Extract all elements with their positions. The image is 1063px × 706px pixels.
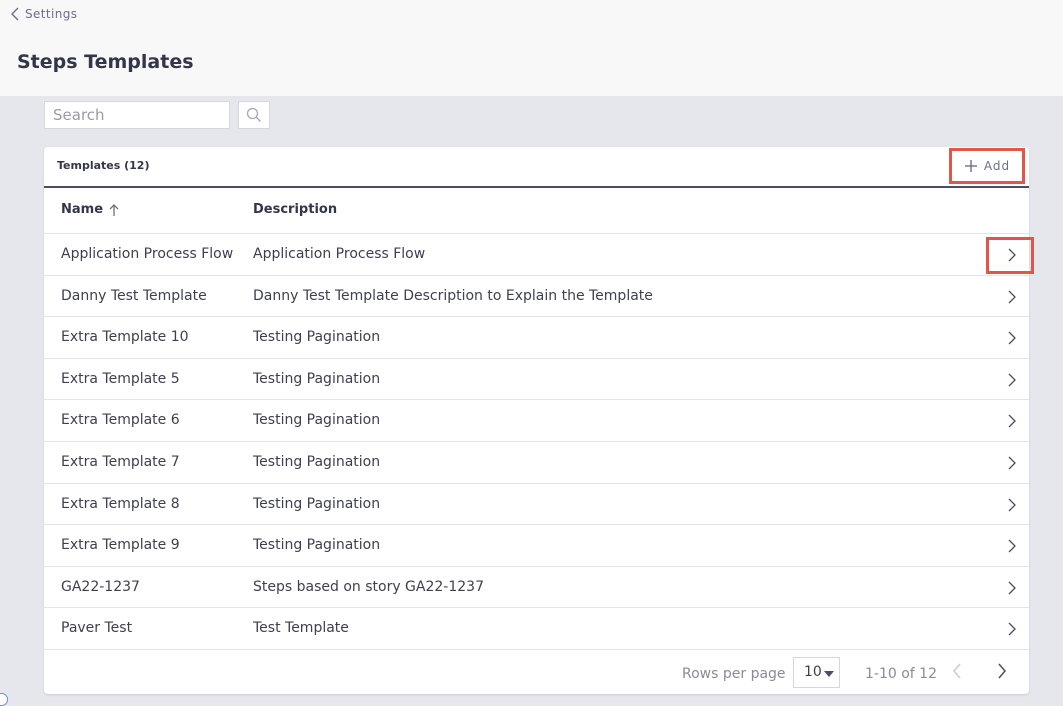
column-header-description-label: Description <box>253 202 338 217</box>
row-name: GA22-1237 <box>61 578 140 595</box>
table-row[interactable]: Extra Template 7 Testing Pagination <box>44 442 1029 484</box>
column-header-description: Description <box>253 202 337 217</box>
search-button[interactable] <box>238 101 270 129</box>
back-to-settings-link[interactable]: Settings <box>11 7 77 21</box>
card-title: Templates (12) <box>57 159 150 172</box>
back-link-label: Settings <box>25 7 78 21</box>
plus-icon <box>964 160 977 172</box>
row-name: Paver Test <box>61 620 133 637</box>
pagination-range: 1-10 of 12 <box>865 666 937 682</box>
row-open-button[interactable] <box>1006 455 1018 471</box>
next-page-button[interactable] <box>997 663 1007 683</box>
chevron-right-icon <box>1008 414 1016 428</box>
column-header-name-label: Name <box>61 202 104 217</box>
collapse-panel-handle[interactable] <box>0 693 8 706</box>
row-description: Danny Test Template Description to Expla… <box>253 287 653 304</box>
row-open-button[interactable] <box>1006 247 1018 263</box>
table-row[interactable]: Extra Template 9 Testing Pagination <box>44 525 1029 567</box>
row-name: Extra Template 7 <box>61 454 180 470</box>
table-footer: Rows per page 10 1-10 of 12 <box>44 650 1029 694</box>
row-open-button[interactable] <box>1006 580 1018 596</box>
row-description: Testing Pagination <box>253 537 381 554</box>
previous-page-button[interactable] <box>952 663 962 683</box>
chevron-right-icon <box>1008 581 1016 595</box>
chevron-right-icon <box>1008 622 1016 636</box>
row-description: Testing Pagination <box>253 495 381 512</box>
row-open-button[interactable] <box>1006 372 1018 388</box>
chevron-right-icon <box>1008 373 1016 387</box>
templates-card: Templates (12) Add Name Description Appl… <box>44 147 1034 694</box>
row-open-button[interactable] <box>1006 621 1018 637</box>
add-template-button[interactable]: Add <box>949 148 1025 184</box>
table-row[interactable]: Extra Template 6 Testing Pagination <box>44 400 1029 442</box>
chevron-left-icon <box>953 663 961 679</box>
chevron-right-icon <box>1008 456 1016 470</box>
search-icon <box>246 107 261 122</box>
row-open-button[interactable] <box>1006 289 1018 305</box>
row-description: Application Process Flow <box>253 246 426 262</box>
card-header: Templates (12) Add <box>44 147 1029 188</box>
row-name: Danny Test Template <box>61 287 207 304</box>
row-description: Testing Pagination <box>253 454 381 470</box>
row-open-button[interactable] <box>1006 413 1018 429</box>
row-description: Testing Pagination <box>253 370 381 387</box>
row-description: Test Template <box>253 620 349 637</box>
row-name: Extra Template 8 <box>61 495 180 512</box>
table-row[interactable]: Extra Template 8 Testing Pagination <box>44 484 1029 526</box>
add-button-label: Add <box>983 159 1011 173</box>
chevron-right-icon <box>998 663 1006 679</box>
table-row[interactable]: Extra Template 5 Testing Pagination <box>44 359 1029 401</box>
table-row[interactable]: Danny Test Template Danny Test Template D… <box>44 276 1029 318</box>
row-name: Application Process Flow <box>61 246 234 262</box>
row-open-button[interactable] <box>1006 497 1018 513</box>
table-row[interactable]: GA22-1237 Steps based on story GA22-1237 <box>44 567 1029 609</box>
page-header: Settings Steps Templates <box>0 0 1063 96</box>
rows-per-page-label: Rows per page <box>682 666 786 682</box>
page-title: Steps Templates <box>17 51 194 73</box>
arrow-up-icon <box>109 203 119 216</box>
row-name: Extra Template 5 <box>61 370 180 387</box>
row-open-button[interactable] <box>1006 330 1018 346</box>
table-row[interactable]: Paver Test Test Template <box>44 608 1029 650</box>
row-name: Extra Template 9 <box>61 537 180 554</box>
table-row[interactable]: Extra Template 10 Testing Pagination <box>44 317 1029 359</box>
chevron-right-icon <box>1008 248 1016 262</box>
rows-per-page-select[interactable]: 10 <box>793 657 840 688</box>
chevron-right-icon <box>1008 290 1016 304</box>
row-open-button[interactable] <box>1006 538 1018 554</box>
row-description: Steps based on story GA22-1237 <box>253 578 484 595</box>
table-row[interactable]: Application Process Flow Application Proc… <box>44 234 1034 276</box>
chevron-right-icon <box>1008 539 1016 553</box>
search-input[interactable] <box>44 101 230 129</box>
row-name: Extra Template 6 <box>61 412 180 429</box>
caret-down-icon <box>824 671 834 677</box>
row-description: Testing Pagination <box>253 412 381 429</box>
chevron-left-icon <box>11 7 19 21</box>
chevron-right-icon <box>1008 331 1016 345</box>
row-name: Extra Template 10 <box>61 329 189 346</box>
chevron-right-icon <box>1008 498 1016 512</box>
row-description: Testing Pagination <box>253 329 381 346</box>
rows-per-page-value: 10 <box>804 664 822 680</box>
column-header-name[interactable]: Name <box>61 202 119 217</box>
